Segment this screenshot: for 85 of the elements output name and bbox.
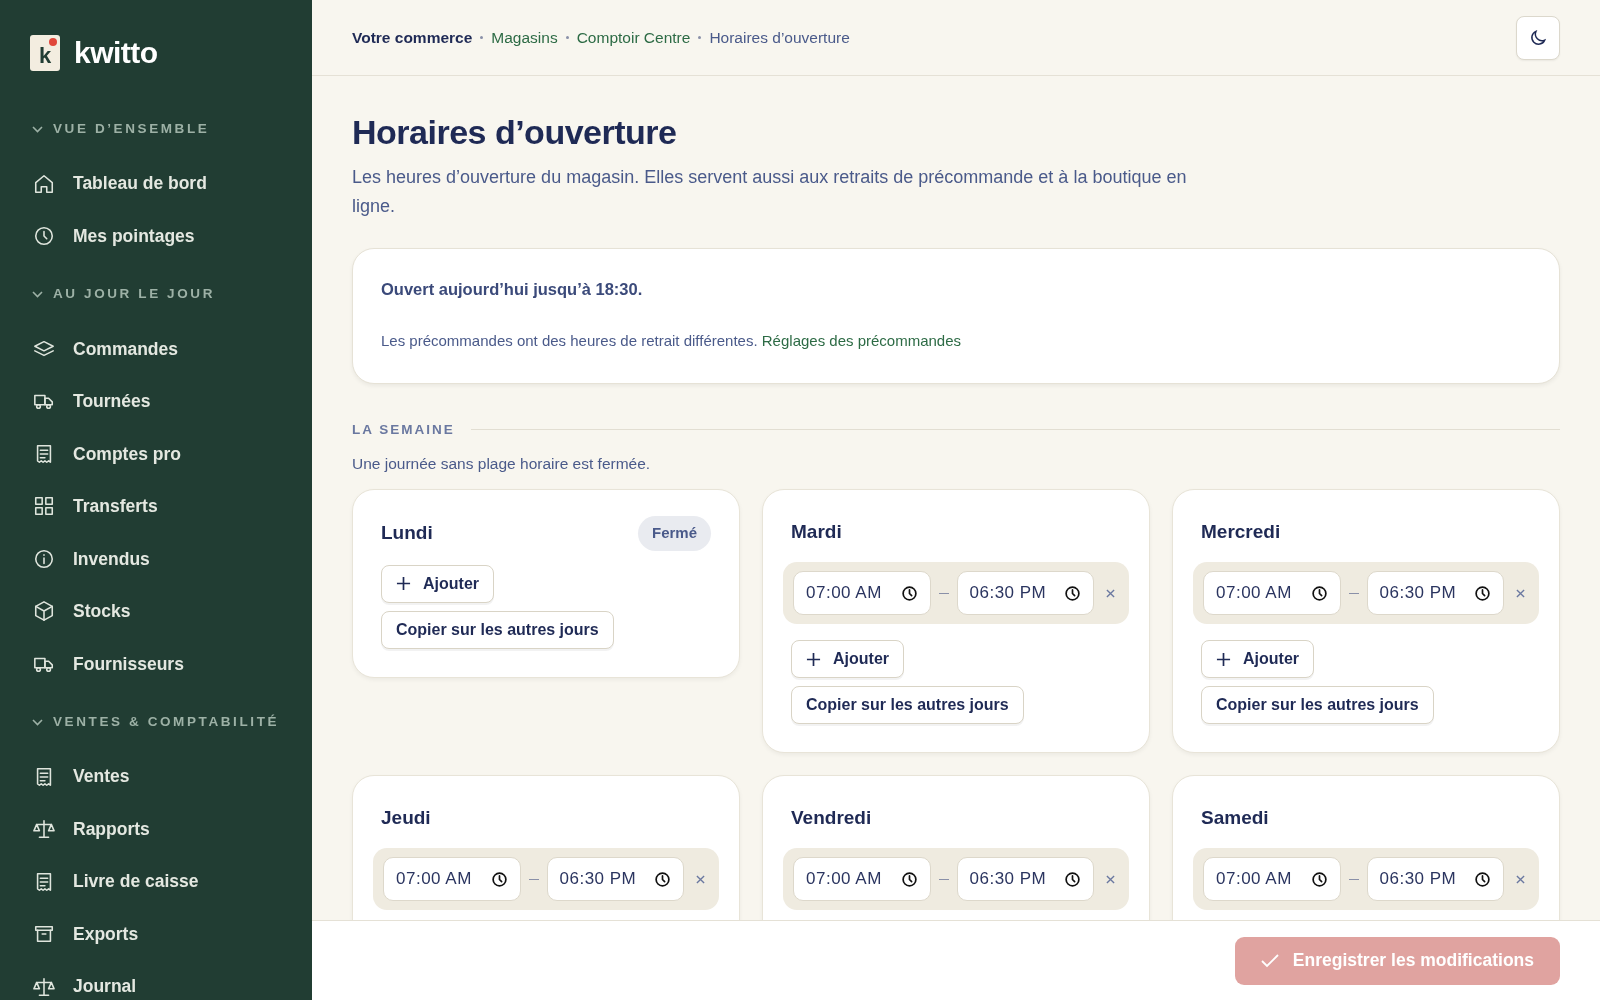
- clock-icon: [900, 584, 918, 602]
- status-headline: Ouvert aujourd’hui jusqu’à 18:30.: [381, 279, 644, 301]
- copy-button[interactable]: Copier sur les autres jours: [381, 610, 614, 649]
- plus-icon: [806, 651, 821, 667]
- clock-icon: [490, 870, 508, 888]
- copy-button[interactable]: Copier sur les autres jours: [791, 686, 1024, 725]
- box-icon: [33, 600, 55, 623]
- sidebar-item[interactable]: Fournisseurs: [30, 637, 312, 690]
- add-button[interactable]: Ajouter: [791, 640, 904, 679]
- day-name: Samedi: [1201, 805, 1269, 830]
- section-hint: Une journée sans plage horaire est fermée.: [352, 453, 652, 474]
- time-field[interactable]: 07:00 AM: [793, 571, 931, 616]
- chevron-icon: [32, 718, 43, 726]
- sidebar-item[interactable]: Comptes pro: [30, 427, 312, 480]
- chevron-icon: [32, 290, 43, 298]
- add-button[interactable]: Ajouter: [381, 564, 494, 603]
- copy-button[interactable]: Copier sur les autres jours: [1201, 686, 1434, 725]
- time-field[interactable]: 07:00 AM: [1203, 857, 1341, 902]
- scale-icon: [33, 975, 55, 998]
- sidebar-item[interactable]: Stocks: [30, 585, 312, 638]
- breadcrumb-link[interactable]: Comptoir Centre: [576, 25, 691, 50]
- time-field[interactable]: 07:00 AM: [1203, 571, 1341, 616]
- breadcrumb-current: Horaires d’ouverture: [709, 27, 850, 48]
- sidebar-item[interactable]: Tableau de bord: [30, 157, 312, 210]
- status-note: Les précommandes ont des heures de retrait différentes.: [381, 332, 758, 350]
- page-description: Les heures d’ouverture du magasin. Elles servent aussi aux retraits de précommande et à la boutique en ligne.: [352, 165, 1188, 218]
- add-button[interactable]: Ajouter: [1201, 640, 1314, 679]
- time-field[interactable]: 06:30 PM: [956, 857, 1094, 902]
- day-name: Mercredi: [1201, 519, 1281, 544]
- page-title: Horaires d’ouverture: [352, 112, 678, 153]
- logo-mark: k: [30, 34, 60, 71]
- brand-name: kwitto: [74, 35, 158, 71]
- day-name: Lundi: [381, 521, 433, 546]
- time-field[interactable]: 06:30 PM: [546, 857, 684, 902]
- day-name: Mardi: [791, 519, 842, 544]
- section-toggle[interactable]: AU JOUR LE JOUR: [32, 284, 216, 305]
- sidebar-item[interactable]: Commandes: [30, 322, 312, 375]
- breadcrumb-link[interactable]: Magasins: [491, 25, 558, 50]
- section-heading: LA SEMAINE: [352, 420, 455, 439]
- check-icon: [1260, 953, 1279, 968]
- sidebar-item[interactable]: Livre de caisse: [30, 855, 312, 908]
- clock-icon: [900, 870, 918, 888]
- home-icon: [33, 172, 55, 195]
- sidebar-item[interactable]: Rapports: [30, 802, 312, 856]
- grid-icon: [33, 495, 55, 518]
- plus-icon: [1216, 651, 1231, 667]
- theme-toggle-button[interactable]: [1516, 15, 1560, 60]
- clock-icon: [1064, 584, 1081, 602]
- close-icon: [696, 874, 705, 884]
- time-field[interactable]: 07:00 AM: [793, 857, 931, 902]
- settings-link[interactable]: Réglages des précommandes: [761, 332, 962, 350]
- sidebar-item[interactable]: Exports: [30, 907, 312, 961]
- close-icon: [1516, 588, 1525, 598]
- clock-icon: [1474, 584, 1491, 602]
- sidebar-item[interactable]: Journal: [30, 960, 312, 1000]
- info-icon: [33, 547, 55, 570]
- sidebar-item[interactable]: Transferts: [30, 480, 312, 533]
- plus-icon: [396, 576, 411, 592]
- close-icon: [1516, 874, 1525, 884]
- clock-icon: [1474, 870, 1491, 888]
- close-icon: [1106, 588, 1115, 598]
- time-field[interactable]: 06:30 PM: [956, 571, 1094, 616]
- breadcrumb-root: Votre commerce: [352, 27, 473, 48]
- time-field[interactable]: 06:30 PM: [1366, 857, 1504, 902]
- sidebar-item[interactable]: Tournées: [30, 375, 312, 428]
- status-badge: Fermé: [637, 516, 711, 551]
- clock-icon: [1310, 584, 1328, 602]
- day-name: Vendredi: [791, 805, 872, 830]
- sidebar-item[interactable]: Ventes: [30, 750, 312, 803]
- time-field[interactable]: 07:00 AM: [383, 857, 521, 902]
- day-name: Jeudi: [381, 805, 431, 830]
- scale-icon: [33, 818, 55, 840]
- clock-icon: [654, 870, 671, 888]
- time-field[interactable]: 06:30 PM: [1366, 571, 1504, 616]
- sidebar-item[interactable]: Invendus: [30, 532, 312, 585]
- clock-icon: [1064, 870, 1081, 888]
- section-toggle[interactable]: VUE D’ENSEMBLE: [32, 119, 210, 140]
- clock-icon: [1310, 870, 1328, 888]
- close-icon: [1106, 874, 1115, 884]
- chevron-icon: [32, 125, 43, 133]
- section-toggle[interactable]: VENTES & COMPTABILITÉ: [32, 712, 280, 733]
- moon-icon: [1528, 27, 1548, 48]
- clock-icon: [33, 225, 55, 247]
- sidebar-item[interactable]: Mes pointages: [30, 209, 312, 263]
- archive-icon: [33, 923, 55, 945]
